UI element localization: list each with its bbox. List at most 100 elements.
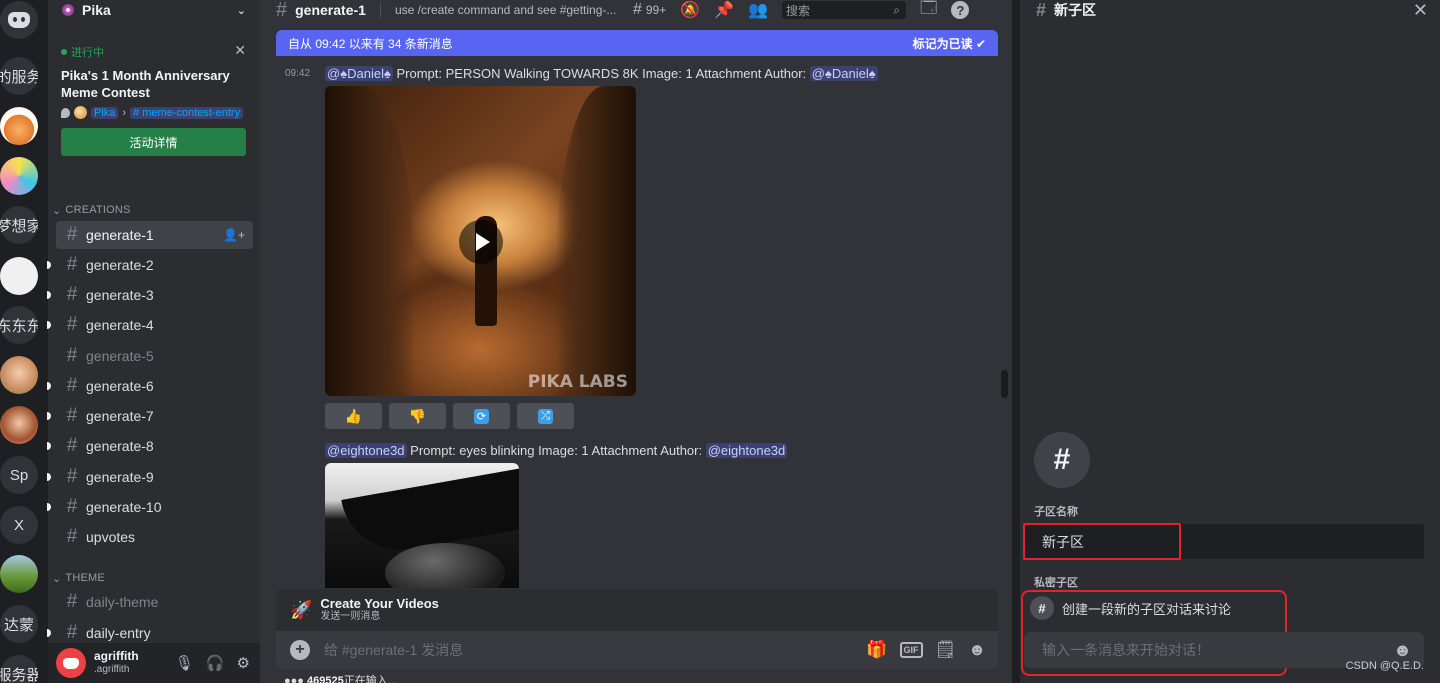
new-messages-bar[interactable]: 自从 09:42 以来有 34 条新消息 标记为已读 ✔	[276, 30, 998, 56]
add-attachment-icon[interactable]: +	[290, 640, 310, 660]
live-dot-icon	[61, 49, 67, 55]
mark-read-button[interactable]: 标记为已读 ✔	[913, 35, 986, 52]
category-theme[interactable]: ⌄ THEME	[48, 570, 260, 586]
user-panel: agriffith .agriffith 🎙 🎧 ⚙	[48, 643, 260, 683]
search-icon: ⌕	[893, 2, 900, 17]
microphone-muted-icon[interactable]: 🎙	[175, 654, 194, 672]
user-mention[interactable]: @eightone3d	[325, 443, 407, 458]
user-avatar[interactable]	[56, 648, 86, 678]
image-attachment[interactable]	[325, 463, 519, 588]
hash-icon: #	[66, 405, 78, 426]
hash-icon: #	[66, 284, 78, 305]
server-fox-avatar[interactable]	[0, 107, 38, 145]
user-mention[interactable]: @♠Daniel♠	[325, 66, 393, 81]
event-details-button[interactable]: 活动详情	[61, 128, 246, 156]
server-icon[interactable]: 东东东	[0, 306, 38, 344]
event-channel-link[interactable]: # meme-contest-entry	[130, 106, 244, 119]
thread-title: 新子区	[1054, 2, 1097, 18]
pin-icon[interactable]: 📌	[714, 0, 734, 20]
regenerate-button[interactable]: ⟳	[453, 403, 510, 429]
category-creations[interactable]: ⌄ CREATIONS	[48, 202, 260, 218]
hash-icon: #	[66, 622, 78, 643]
new-messages-text: 自从 09:42 以来有 34 条新消息	[288, 36, 453, 51]
channel-header: # generate-1 use /create command and see…	[260, 0, 1012, 21]
members-icon[interactable]: 👥	[748, 0, 768, 20]
server-icon[interactable]: 达蒙	[0, 605, 38, 643]
emoji-icon[interactable]: ☻	[1393, 640, 1412, 661]
play-icon[interactable]	[459, 220, 503, 264]
gift-icon[interactable]: 🎁	[866, 640, 887, 660]
action-buttons: 👍 👎 ⟳ ⤮	[325, 403, 574, 429]
emoji-icon[interactable]: ☻	[968, 640, 986, 660]
channel-generate-7[interactable]: # generate-7	[47, 402, 253, 430]
channel-generate-1[interactable]: # generate-1 👤+	[56, 221, 253, 249]
rocket-icon: 🚀	[290, 599, 313, 620]
discord-logo-icon	[8, 12, 30, 28]
hash-icon: #	[66, 345, 78, 366]
channel-generate-3[interactable]: # generate-3	[47, 281, 253, 309]
hash-icon: #	[66, 496, 78, 517]
message-input[interactable]: 给 #generate-1 发消息	[324, 640, 463, 660]
hash-icon: #	[66, 466, 78, 487]
create-videos-banner[interactable]: 🚀 Create Your Videos 发送一则消息	[276, 589, 998, 631]
channel-generate-10[interactable]: # generate-10	[47, 493, 253, 521]
server-color-avatar[interactable]	[0, 157, 38, 195]
channel-sidebar: Pika ⌄ 进行中 ✕ Pika's 1 Month Anniversary …	[47, 0, 260, 683]
discord-home-button[interactable]	[0, 1, 38, 39]
event-status: 进行中	[61, 44, 247, 60]
channel-daily-theme[interactable]: # daily-theme	[56, 588, 253, 616]
shuffle-button[interactable]: ⤮	[517, 403, 574, 429]
gif-icon[interactable]: GIF	[899, 642, 923, 658]
event-title: Pika's 1 Month Anniversary Meme Contest	[61, 68, 230, 100]
channel-generate-9[interactable]: # generate-9	[47, 463, 253, 491]
close-event-icon[interactable]: ✕	[234, 42, 246, 59]
threads-icon[interactable]: #	[633, 1, 642, 19]
unread-indicator	[47, 473, 51, 481]
channel-generate-8[interactable]: # generate-8	[47, 432, 253, 460]
server-landscape-avatar[interactable]	[0, 555, 38, 593]
thumbs-down-button[interactable]: 👎	[389, 403, 446, 429]
server-icon[interactable]: X	[0, 506, 38, 544]
server-icon[interactable]: Sp	[0, 456, 38, 494]
message-composer[interactable]: + 给 #generate-1 发消息 🎁 GIF 🗒 ☻	[276, 631, 998, 669]
channel-upvotes[interactable]: # upvotes	[56, 523, 253, 551]
channel-generate-5[interactable]: # generate-5	[56, 342, 253, 370]
headphones-icon[interactable]: 🎧	[206, 654, 225, 672]
help-icon[interactable]: ?	[951, 1, 970, 19]
server-icon[interactable]: 的服务	[0, 57, 38, 95]
gear-icon[interactable]: ⚙	[237, 654, 250, 672]
new-thread-panel: # 新子区 ✕ # 子区名称 新子区 私密子区 # 创建一段新的子区对话来讨论 …	[1020, 0, 1440, 683]
channel-generate-4[interactable]: # generate-4	[47, 311, 253, 339]
server-icon[interactable]: 服务器	[0, 655, 38, 683]
thumbs-up-button[interactable]: 👍	[325, 403, 382, 429]
inbox-icon[interactable]: 🗔	[920, 0, 937, 24]
hash-icon: #	[66, 314, 78, 335]
channel-topic[interactable]: use /create command and see #getting-...	[395, 3, 617, 17]
server-girl-avatar[interactable]	[0, 406, 38, 444]
mute-bell-icon[interactable]: 🔕	[680, 0, 700, 20]
scrollbar[interactable]	[1001, 370, 1008, 398]
channel-generate-6[interactable]: # generate-6	[47, 372, 253, 400]
event-location[interactable]: Pika › # meme-contest-entry	[61, 106, 247, 119]
channel-title: generate-1	[295, 2, 366, 18]
thread-large-icon: #	[1034, 432, 1090, 488]
search-input[interactable]: 搜索 ⌕	[781, 1, 906, 19]
video-attachment[interactable]: PIKA LABS	[325, 86, 636, 396]
server-child-avatar[interactable]	[0, 356, 38, 394]
thread-header: # 新子区 ✕	[1020, 0, 1440, 20]
chevron-down-icon[interactable]: ⌄	[237, 4, 246, 17]
watermark-credit: CSDN @Q.E.D.	[1345, 660, 1424, 672]
unread-indicator	[47, 629, 51, 637]
hash-icon: #	[66, 526, 78, 547]
close-icon[interactable]: ✕	[1413, 0, 1428, 21]
unread-indicator	[47, 382, 51, 390]
server-sketch-avatar[interactable]	[0, 257, 38, 295]
server-header[interactable]: Pika ⌄	[48, 0, 260, 20]
author-mention[interactable]: @♠Daniel♠	[809, 66, 878, 81]
unread-indicator	[47, 442, 51, 450]
sticker-icon[interactable]: 🗒	[935, 640, 957, 660]
server-icon[interactable]: 梦想家	[0, 206, 38, 244]
channel-generate-2[interactable]: # generate-2	[47, 251, 253, 279]
author-mention[interactable]: @eightone3d	[705, 443, 788, 458]
add-user-icon[interactable]: 👤+	[223, 228, 245, 242]
